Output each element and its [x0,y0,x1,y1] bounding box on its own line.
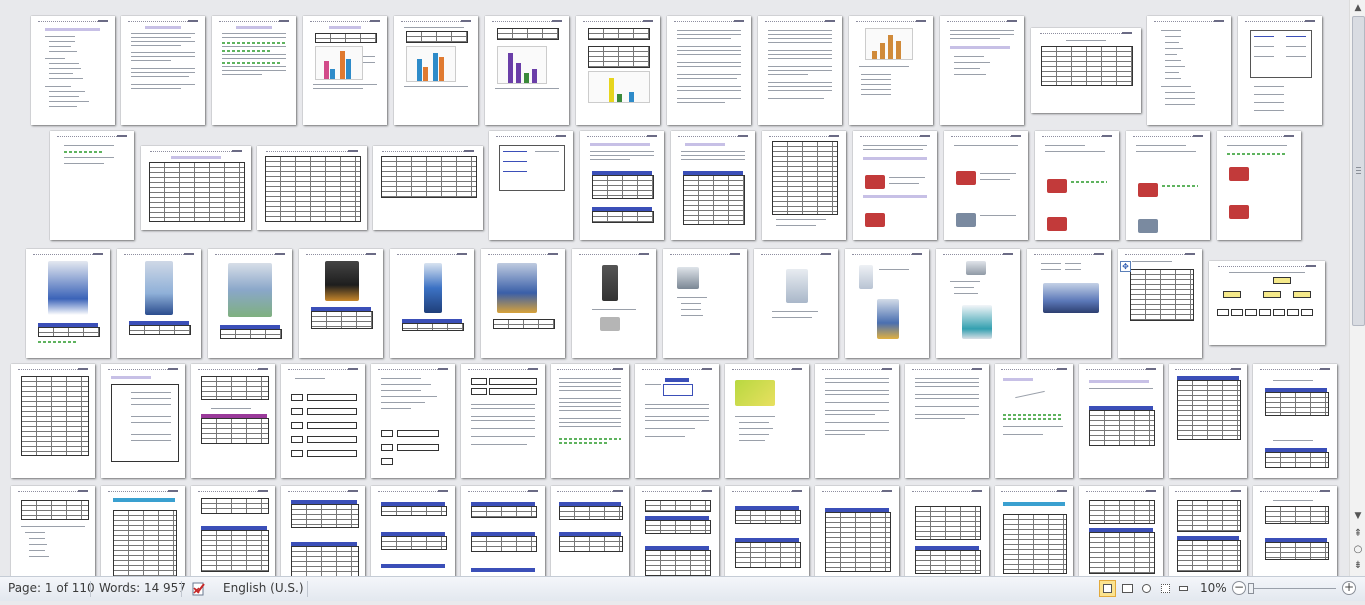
page-thumbnail[interactable] [371,364,455,478]
page-thumbnail[interactable] [281,486,365,576]
page-thumbnail[interactable] [1253,486,1337,576]
zoom-slider-thumb[interactable] [1248,583,1254,594]
page-thumbnail[interactable] [551,486,629,576]
page-thumbnail[interactable] [853,131,937,240]
page-thumbnail[interactable] [667,16,751,125]
page-thumbnail[interactable] [1027,249,1111,358]
page-thumbnail[interactable] [1169,364,1247,478]
next-page-icon[interactable]: ⇟ [1350,558,1365,574]
page-thumbnail[interactable] [905,486,989,576]
page-thumbnail[interactable] [117,249,201,358]
page-thumbnail[interactable] [551,364,629,478]
page-thumbnail[interactable] [725,364,809,478]
page-thumbnail[interactable] [1169,486,1247,576]
page-thumbnail[interactable] [485,16,569,125]
scrollbar-thumb[interactable] [1352,16,1365,326]
page-count[interactable]: Page: 1 of 110 [8,577,95,601]
zoom-slider-track[interactable] [1250,588,1336,589]
page-thumbnail[interactable] [1079,364,1163,478]
page-thumbnail[interactable] [725,486,809,576]
web-layout-icon[interactable] [1138,580,1155,597]
scroll-down-icon[interactable]: ▼ [1350,508,1365,524]
vertical-scrollbar[interactable]: ▲ ▼ ⇞ ○ ⇟ [1349,0,1365,576]
page-thumbnail[interactable] [101,486,185,576]
page-thumbnail[interactable] [461,486,545,576]
word-count[interactable]: Words: 14 957 [99,577,186,601]
page-thumbnail[interactable] [1147,16,1231,125]
page-thumbnail[interactable] [394,16,478,125]
page-thumbnail[interactable] [1031,28,1141,113]
page-thumbnail[interactable] [191,364,275,478]
page-thumbnail[interactable] [905,364,989,478]
page-thumbnail[interactable] [481,249,565,358]
page-thumbnail[interactable] [849,16,933,125]
page-thumbnail[interactable] [101,364,185,478]
page-thumbnail[interactable] [815,364,899,478]
previous-page-icon[interactable]: ⇞ [1350,526,1365,542]
scroll-up-icon[interactable]: ▲ [1350,0,1365,16]
page-thumbnail[interactable] [754,249,838,358]
status-bar: Page: 1 of 110 Words: 14 957 English (U.… [0,576,1365,601]
page-thumbnail[interactable] [995,486,1073,576]
outline-view-icon[interactable] [1157,580,1174,597]
page-thumbnail[interactable] [390,249,474,358]
zoom-in-button[interactable]: + [1342,581,1356,595]
page-thumbnail[interactable] [1217,131,1301,240]
page-thumbnail[interactable] [635,486,719,576]
page-thumbnail[interactable] [489,131,573,240]
page-thumbnail[interactable] [758,16,842,125]
page-thumbnail[interactable] [373,146,483,230]
zoom-level[interactable]: 10% [1200,577,1227,601]
page-thumbnail[interactable] [762,131,846,240]
page-thumbnail[interactable] [1238,16,1322,125]
page-thumbnail[interactable] [995,364,1073,478]
page-thumbnail[interactable] [461,364,545,478]
select-browse-object-icon[interactable]: ○ [1350,542,1365,558]
full-screen-reading-icon[interactable] [1119,580,1136,597]
page-thumbnail[interactable] [671,131,755,240]
page-thumbnail[interactable] [303,16,387,125]
draft-view-icon[interactable] [1175,580,1192,597]
page-thumbnail[interactable] [191,486,275,576]
page-thumbnail[interactable] [1253,364,1337,478]
page-thumbnail[interactable] [212,16,296,125]
page-thumbnail[interactable] [281,364,365,478]
page-thumbnail[interactable] [1126,131,1210,240]
page-thumbnail[interactable] [141,146,251,230]
page-thumbnail[interactable]: ✥ [1118,249,1202,358]
language-indicator[interactable]: English (U.S.) [223,577,304,601]
page-thumbnail[interactable] [257,146,367,230]
page-thumbnail[interactable] [11,364,95,478]
zoom-out-button[interactable]: − [1232,581,1246,595]
page-thumbnail[interactable] [576,16,660,125]
spellcheck-icon[interactable] [190,580,208,598]
page-thumbnail[interactable] [944,131,1028,240]
page-thumbnail[interactable] [371,486,455,576]
page-thumbnail[interactable] [940,16,1024,125]
page-thumbnail[interactable] [580,131,664,240]
print-layout-view-icon[interactable] [1099,580,1116,597]
page-thumbnail[interactable] [663,249,747,358]
page-thumbnail[interactable] [11,486,95,576]
page-thumbnail[interactable] [50,131,134,240]
page-thumbnail[interactable] [31,16,115,125]
page-thumbnail[interactable] [299,249,383,358]
page-thumbnail[interactable] [936,249,1020,358]
page-thumbnail[interactable] [1035,131,1119,240]
page-thumbnail[interactable] [635,364,719,478]
page-thumbnail[interactable] [572,249,656,358]
page-thumbnail[interactable] [26,249,110,358]
page-thumbnail[interactable] [208,249,292,358]
document-canvas[interactable]: ✥ [0,0,1349,576]
page-thumbnail[interactable] [815,486,899,576]
page-thumbnail[interactable] [121,16,205,125]
page-thumbnail[interactable] [1209,261,1325,345]
page-thumbnail[interactable] [1079,486,1163,576]
page-thumbnail[interactable] [845,249,929,358]
